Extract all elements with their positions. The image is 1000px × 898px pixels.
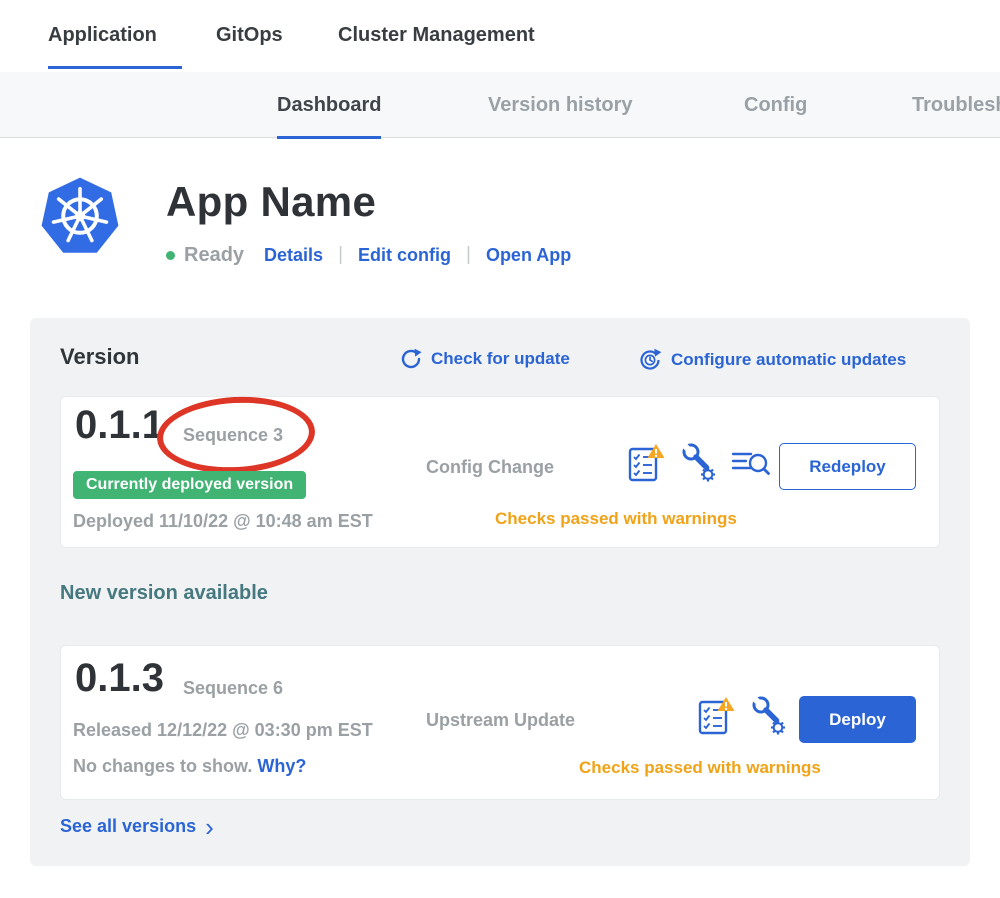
new-version-number: 0.1.3 [75, 656, 164, 701]
primary-nav: Application GitOps Cluster Management [0, 0, 1000, 72]
app-nav: Dashboard Version history Config Trouble… [0, 72, 1000, 138]
tab-dashboard[interactable]: Dashboard [277, 72, 381, 138]
open-app-link[interactable]: Open App [486, 245, 571, 266]
deployed-date: Deployed 11/10/22 @ 10:48 am EST [73, 511, 373, 532]
current-version-box: 0.1.1 Sequence 3 Currently deployed vers… [60, 396, 940, 548]
edit-config-link[interactable]: Edit config [358, 245, 451, 266]
see-all-versions-label: See all versions [60, 816, 196, 837]
clock-refresh-icon [638, 348, 662, 372]
current-version-number: 0.1.1 [75, 403, 164, 448]
tab-application[interactable]: Application [48, 0, 157, 71]
status-text: Ready [184, 244, 244, 267]
see-all-versions-link[interactable]: See all versions › [60, 816, 214, 837]
separator: | [338, 244, 343, 266]
version-action-icons [627, 441, 770, 485]
deploy-button[interactable]: Deploy [799, 696, 916, 743]
preflight-checklist-icon[interactable] [697, 696, 735, 736]
diff-magnifier-icon[interactable] [731, 445, 770, 481]
configure-automatic-updates-label: Configure automatic updates [671, 350, 906, 370]
check-for-update-link[interactable]: Check for update [400, 348, 570, 370]
chevron-right-icon: › [205, 818, 214, 836]
separator: | [466, 244, 471, 266]
currently-deployed-badge: Currently deployed version [73, 471, 306, 499]
tab-config[interactable]: Config [744, 72, 807, 138]
new-version-box: 0.1.3 Sequence 6 Released 12/12/22 @ 03:… [60, 645, 940, 800]
change-type-label: Upstream Update [426, 710, 575, 731]
preflight-checklist-icon[interactable] [627, 443, 665, 483]
tab-version-history[interactable]: Version history [488, 72, 633, 138]
status-dot-icon [166, 251, 175, 260]
wrench-gear-icon[interactable] [750, 694, 786, 738]
released-date: Released 12/12/22 @ 03:30 pm EST [73, 720, 373, 741]
no-changes-text: No changes to show. Why? [73, 756, 306, 777]
details-link[interactable]: Details [264, 245, 323, 266]
checks-status-link[interactable]: Checks passed with warnings [495, 509, 737, 529]
tab-cluster-management[interactable]: Cluster Management [338, 0, 535, 71]
refresh-icon [400, 348, 422, 370]
wrench-gear-icon[interactable] [680, 441, 716, 485]
tab-troubleshoot[interactable]: Troubleshoot [912, 72, 1000, 138]
checks-status-link[interactable]: Checks passed with warnings [579, 758, 821, 778]
kubernetes-logo-icon [40, 176, 120, 256]
redeploy-button[interactable]: Redeploy [779, 443, 916, 490]
check-for-update-label: Check for update [431, 349, 570, 369]
configure-automatic-updates-link[interactable]: Configure automatic updates [638, 348, 906, 372]
version-card: Version Check for update Configure autom… [30, 318, 970, 866]
page: Application GitOps Cluster Management Da… [0, 0, 1000, 898]
tab-gitops[interactable]: GitOps [216, 0, 283, 71]
new-version-heading: New version available [60, 582, 268, 605]
current-version-sequence: Sequence 3 [183, 425, 283, 446]
app-title: App Name [166, 178, 376, 226]
new-version-sequence: Sequence 6 [183, 678, 283, 699]
why-link[interactable]: Why? [257, 756, 306, 776]
version-action-icons [697, 694, 786, 738]
change-type-label: Config Change [426, 457, 554, 478]
version-card-title: Version [60, 344, 139, 370]
no-changes-label: No changes to show. [73, 756, 252, 776]
app-status-row: Ready Details | Edit config | Open App [166, 242, 571, 268]
